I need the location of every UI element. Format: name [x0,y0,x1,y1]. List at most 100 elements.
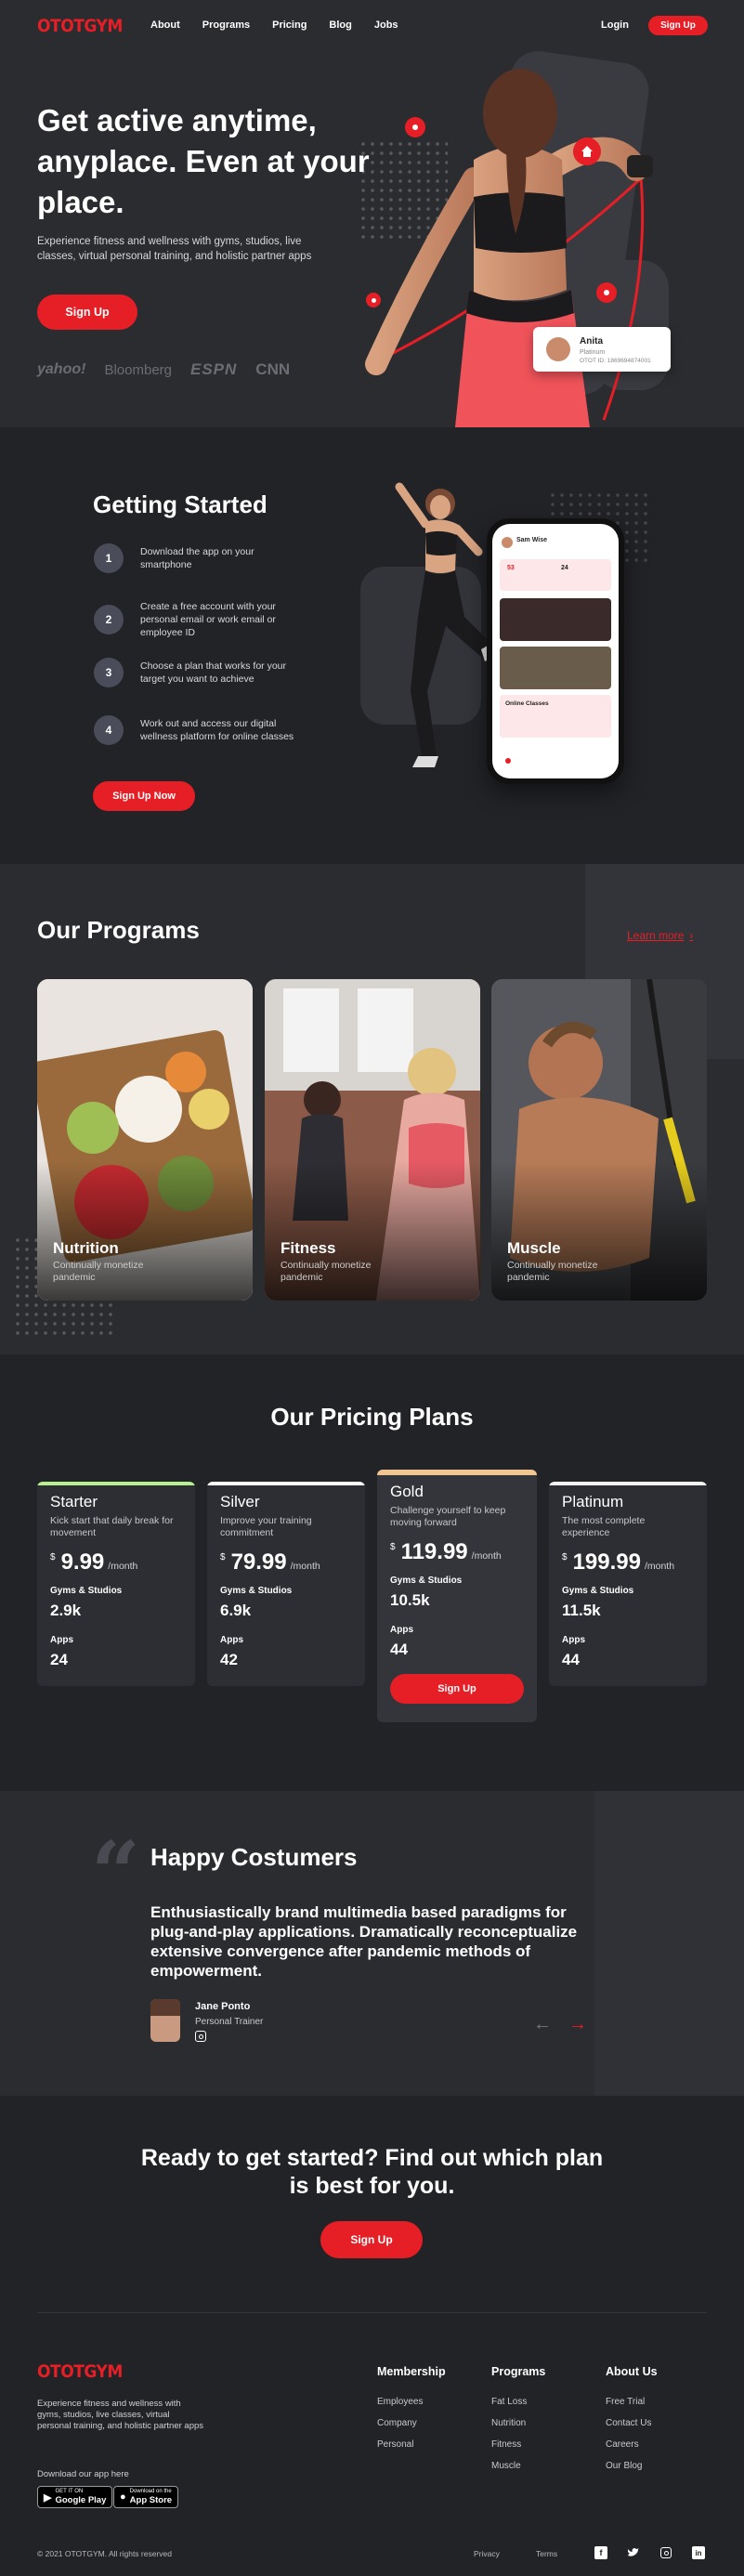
testimonial-quote: Enthusiastically brand multimedia based … [150,1903,578,1980]
phone-user-name: Sam Wise [516,537,548,543]
learn-more-label: Learn more [627,929,685,942]
program-card-muscle[interactable]: Muscle Continually monetize pandemic [491,979,707,1301]
phone-mockup: Sam Wise 53 24 Online Classes [487,518,624,784]
author-role: Personal Trainer [195,2017,264,2027]
cta-signup-button[interactable]: Sign Up [320,2221,423,2258]
price-amount: 119.99 [400,1539,468,1564]
apps-label: Apps [390,1625,413,1635]
footer-link-company[interactable]: Company [377,2418,446,2428]
google-play-text: GET IT ON Google Play [55,2489,106,2505]
athlete-photo [365,69,653,427]
plan-card-gold[interactable]: Gold Challenge yourself to keep moving f… [377,1470,537,1722]
footer-link-employees[interactable]: Employees [377,2397,446,2407]
footer-column-title: Membership [377,2365,446,2378]
footer-about: Experience fitness and wellness with gym… [37,2399,204,2431]
plan-card-starter[interactable]: Starter Kick start that daily break for … [37,1482,195,1686]
footer-column-about: About Us Free Trial Contact Us Careers O… [606,2365,658,2482]
gyms-value: 6.9k [220,1602,252,1619]
signup-now-button[interactable]: Sign Up Now [93,781,195,811]
step-text: Create a free account with your personal… [140,601,276,638]
plan-price: $199.99/month [562,1550,707,1575]
step-text: Download the app on your smartphone [140,546,255,570]
app-store-badge[interactable]: ● Download on the App Store [113,2486,179,2508]
learn-more-link[interactable]: Learn more › [627,929,693,942]
program-title: Muscle [507,1239,561,1257]
instagram-icon[interactable] [195,2031,206,2042]
testimonial-title: Happy Costumers [150,1843,358,1871]
gyms-value: 2.9k [50,1602,82,1619]
footer-link-careers[interactable]: Careers [606,2439,658,2450]
price-amount: 9.99 [60,1550,105,1575]
arrow-left-icon[interactable]: ← [533,2014,552,2035]
currency-symbol: $ [220,1552,226,1563]
price-amount: 199.99 [572,1550,641,1575]
footer-link-contact-us[interactable]: Contact Us [606,2418,658,2428]
program-subtitle: Continually monetize pandemic [53,1260,144,1283]
cta-headline: Ready to get started? Find out which pla… [140,2145,604,2199]
footer-link-personal[interactable]: Personal [377,2439,446,2450]
plan-description: The most complete experience [562,1515,646,1538]
instagram-icon[interactable] [659,2546,672,2559]
footer-link-muscle[interactable]: Muscle [491,2461,545,2471]
hero-signup-button[interactable]: Sign Up [37,294,137,330]
step-item: 4 Work out and access our digital wellne… [94,715,307,745]
terms-link[interactable]: Terms [536,2549,557,2558]
play-icon: ▶ [44,2491,52,2504]
nav-pricing[interactable]: Pricing [272,20,307,31]
footer-link-fat-loss[interactable]: Fat Loss [491,2397,545,2407]
phone-section-title: Online Classes [505,700,549,707]
apple-icon: ● [120,2491,126,2503]
plan-card-silver[interactable]: Silver Improve your training commitment … [207,1482,365,1686]
plan-name: Silver [220,1493,260,1510]
plan-card-platinum[interactable]: Platinum The most complete experience $1… [549,1482,707,1686]
step-item: 1 Download the app on your smartphone [94,543,307,573]
footer-link-nutrition[interactable]: Nutrition [491,2418,545,2428]
google-small-text: GET IT ON [55,2489,84,2494]
twitter-icon[interactable] [627,2546,640,2559]
gyms-value: 10.5k [390,1591,430,1609]
plan-description: Kick start that daily break for movement [50,1515,174,1538]
phone-tab-icon [505,758,511,764]
bloomberg-logo: Bloomberg [104,361,172,378]
download-label: Download our app here [37,2469,129,2479]
login-link[interactable]: Login [601,20,629,31]
nav-jobs[interactable]: Jobs [374,20,398,31]
header-signup-button[interactable]: Sign Up [648,16,708,35]
facebook-icon[interactable]: f [594,2546,607,2559]
nav-about[interactable]: About [150,20,180,31]
member-name: Anita [580,336,603,347]
plan-signup-button[interactable]: Sign Up [390,1674,524,1704]
nav-blog[interactable]: Blog [329,20,351,31]
hero-section: OTOTGYM About Programs Pricing Blog Jobs… [0,0,744,427]
nav-programs[interactable]: Programs [202,20,250,31]
avatar [546,337,570,361]
footer-logo[interactable]: OTOTGYM [37,2361,123,2382]
price-amount: 79.99 [230,1550,287,1575]
privacy-link[interactable]: Privacy [474,2549,500,2558]
plan-accent-bar [37,1482,195,1485]
footer-link-fitness[interactable]: Fitness [491,2439,545,2450]
program-subtitle: Continually monetize pandemic [507,1260,598,1283]
plan-accent-bar [207,1482,365,1485]
plan-price: $119.99/month [390,1540,537,1564]
step-number: 4 [94,715,124,745]
avatar [502,537,513,548]
google-play-badge[interactable]: ▶ GET IT ON Google Play [37,2486,113,2508]
gyms-label: Gyms & Studios [50,1586,123,1596]
linkedin-icon[interactable]: in [692,2546,705,2559]
hero-subtext: Experience fitness and wellness with gym… [37,236,312,262]
arrow-right-icon[interactable]: → [568,2014,587,2035]
member-tier: Platinum [580,349,606,356]
program-card-nutrition[interactable]: Nutrition Continually monetize pandemic [37,979,253,1301]
chevron-right-icon: › [689,929,694,942]
currency-symbol: $ [50,1552,56,1563]
price-period: /month [108,1561,138,1572]
footer: OTOTGYM Experience fitness and wellness … [0,2313,744,2576]
phone-online-classes-card: Online Classes [500,695,611,738]
plan-price: $9.99/month [50,1550,195,1575]
footer-link-free-trial[interactable]: Free Trial [606,2397,658,2407]
brand-logo[interactable]: OTOTGYM [37,16,123,36]
program-card-fitness[interactable]: Fitness Continually monetize pandemic [265,979,480,1301]
price-period: /month [471,1550,502,1562]
footer-link-our-blog[interactable]: Our Blog [606,2461,658,2471]
